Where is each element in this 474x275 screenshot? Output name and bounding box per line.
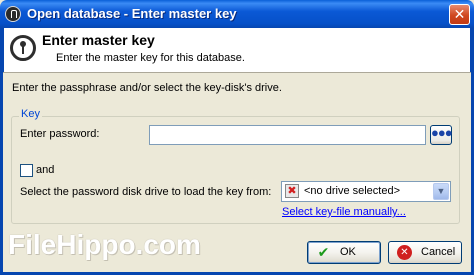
check-icon: ✔: [317, 244, 330, 260]
instruction-text: Enter the passphrase and/or select the k…: [12, 82, 282, 94]
close-button[interactable]: ✕: [449, 4, 470, 25]
drive-select[interactable]: ✖ <no drive selected> ▼: [281, 181, 451, 202]
window-title: Open database - Enter master key: [27, 6, 237, 21]
show-password-button[interactable]: ●●●: [430, 125, 453, 145]
password-label: Enter password:: [20, 128, 100, 140]
banner-title: Enter master key: [42, 32, 155, 48]
chevron-down-icon[interactable]: ▼: [433, 183, 449, 200]
ok-button[interactable]: ✔ OK: [307, 241, 381, 264]
and-checkbox-label[interactable]: and: [36, 164, 54, 176]
no-drive-icon: ✖: [285, 184, 299, 198]
ok-button-label: OK: [340, 246, 356, 258]
password-input[interactable]: [149, 125, 426, 145]
cancel-icon: ✕: [397, 245, 412, 260]
select-keyfile-link[interactable]: Select key-file manually...: [282, 206, 406, 218]
key-group-legend: Key: [19, 108, 42, 120]
banner-subtitle: Enter the master key for this database.: [56, 52, 245, 64]
cancel-button-label: Cancel: [421, 246, 456, 258]
disk-drive-label: Select the password disk drive to load t…: [20, 186, 272, 198]
watermark: FileHippo.com: [8, 229, 201, 260]
drive-select-value: <no drive selected>: [304, 185, 401, 197]
and-checkbox[interactable]: [20, 164, 33, 177]
title-bar[interactable]: Open database - Enter master key ✕: [0, 0, 474, 28]
banner-divider: [3, 72, 471, 73]
keyhole-icon: [10, 35, 36, 61]
keyhole-icon: [5, 6, 21, 22]
header-banner: Enter master key Enter the master key fo…: [3, 28, 471, 72]
cancel-button[interactable]: ✕ Cancel: [388, 241, 462, 264]
